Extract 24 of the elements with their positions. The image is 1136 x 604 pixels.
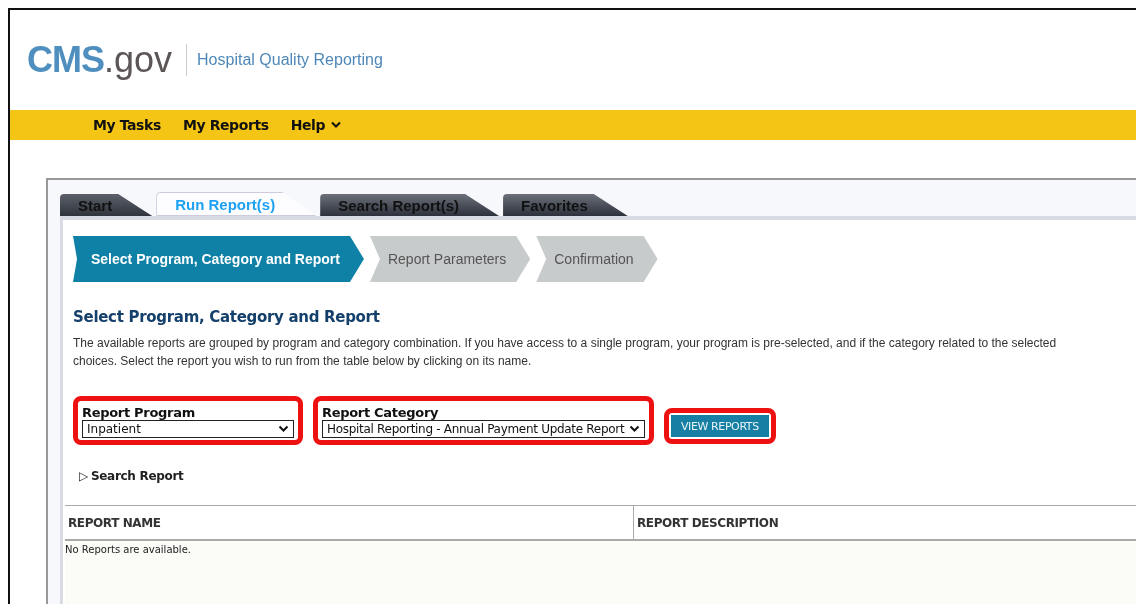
cms-logo: CMS.gov bbox=[27, 39, 173, 81]
search-report-toggle[interactable]: ▷ Search Report bbox=[79, 469, 184, 483]
chevron-down-icon bbox=[331, 121, 342, 129]
view-reports-button[interactable]: VIEW REPORTS bbox=[671, 415, 769, 437]
column-header: REPORT DESCRIPTION bbox=[636, 514, 780, 532]
nav-link[interactable]: My Tasks bbox=[93, 117, 161, 133]
wizard-step: Report Parameters bbox=[369, 236, 531, 282]
wizard-step: Confirmation bbox=[536, 236, 658, 282]
field-label: Report Program bbox=[82, 405, 196, 420]
chevron-down-icon bbox=[629, 425, 640, 433]
nav-link[interactable]: My Reports bbox=[182, 117, 269, 133]
wizard-step: Select Program, Category and Report bbox=[73, 236, 364, 282]
dropdown-field[interactable]: Inpatient bbox=[82, 420, 294, 438]
nav-link[interactable]: Help bbox=[290, 117, 342, 133]
site-name: Hospital Quality Reporting bbox=[197, 51, 383, 69]
chevron-down-icon bbox=[278, 425, 289, 433]
dropdown-field[interactable]: Hospital Reporting - Annual Payment Update Report bbox=[322, 420, 645, 438]
field-label: Report Category bbox=[322, 405, 440, 420]
description-text: The available reports are grouped by program and category combination. If you have access to a single program, your program is pre-selected, and if the category related to the selected bbox=[73, 335, 1058, 352]
column-header: REPORT NAME bbox=[65, 506, 634, 539]
triangle-icon: ▷ bbox=[79, 469, 88, 483]
description-text: choices. Select the report you wish to run from the table below by clicking on its name. bbox=[73, 353, 533, 370]
empty-message: No Reports are available. bbox=[65, 543, 192, 555]
section-title: Select Program, Category and Report bbox=[73, 308, 381, 326]
